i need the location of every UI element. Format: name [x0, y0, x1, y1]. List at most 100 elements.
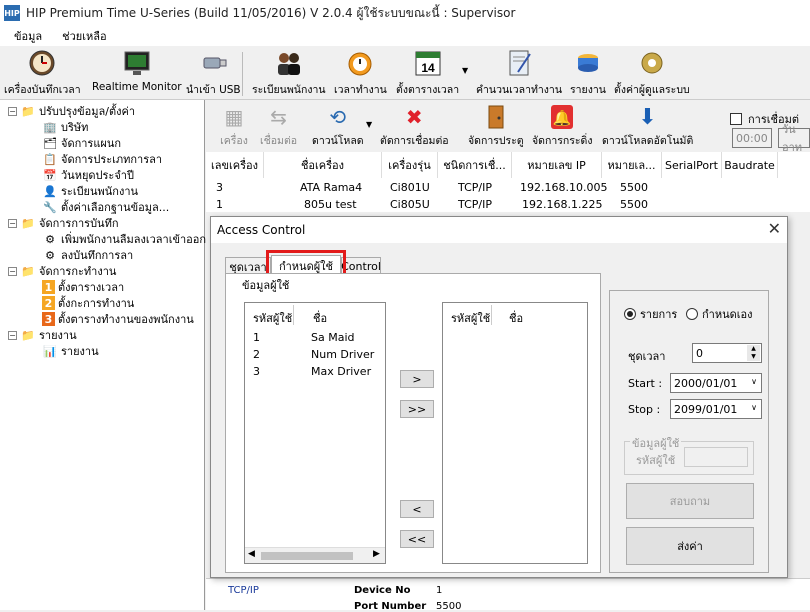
column-header[interactable]: รหัสผู้ใช้	[253, 309, 292, 327]
send-button[interactable]: ส่งค่า	[626, 527, 754, 565]
calculate-icon	[504, 48, 534, 78]
radio-button[interactable]	[624, 308, 636, 320]
tree-item-holidays[interactable]: 📅 วันหยุดประจำปี	[42, 167, 134, 183]
tree-item-add-forgotten-scan[interactable]: ⚙ เพิ่มพนักงานลืมลงเวลาเข้าออก	[42, 231, 206, 247]
scroll-thumb[interactable]	[261, 552, 353, 560]
tab-panel: ข้อมูลผู้ใช้ รหัสผู้ใช้ ชื่อ 1 Sa Maid 2…	[225, 273, 601, 573]
radio-list[interactable]: รายการ	[624, 305, 677, 323]
scroll-right-icon[interactable]: ▶	[373, 549, 380, 559]
column-header[interactable]: เลขเครื่อง	[206, 152, 264, 178]
remove-user-button[interactable]: <	[400, 500, 434, 518]
tree-item-set-shifts[interactable]: 2 ตั้งกะการทำงาน	[42, 295, 134, 311]
tree-item-departments[interactable]: 🗂 จัดการแผนก	[42, 135, 121, 151]
device-disconnect-button[interactable]: ✖ ตัดการเชื่อมต่อ	[380, 104, 449, 149]
stop-date-picker[interactable]: 2099/01/01 ∨	[670, 399, 762, 419]
collapse-icon[interactable]: −	[8, 330, 17, 340]
dropdown-arrow-icon[interactable]: ▼	[366, 120, 372, 129]
users-icon	[274, 48, 304, 78]
column-header[interactable]: เครื่องรุ่น	[382, 152, 438, 178]
door-control-button[interactable]: จัดการประตู	[468, 104, 524, 149]
column-header[interactable]: หมายเลข IP	[512, 152, 602, 178]
folder-icon: 📁	[21, 328, 35, 342]
toolbar-admin-settings[interactable]: ตั้งค่าผู้ดูแลระบบ	[614, 48, 690, 98]
bell-control-button[interactable]: 🔔 จัดการกระดิ่ง	[532, 104, 592, 149]
column-header[interactable]: ชนิดการเชื่...	[438, 152, 512, 178]
options-panel: รายการ กำหนดเอง ชุดเวลา 0 ▲ ▼ Start : 20…	[609, 290, 769, 573]
tree-item-employee-records[interactable]: 👤 ระเบียนพนักงาน	[42, 183, 138, 199]
toolbar-set-schedule[interactable]: 14 ตั้งตารางเวลา	[396, 48, 459, 98]
auto-download-button[interactable]: ⬇ ดาวน์โหลดอัตโนมัติ	[602, 104, 693, 149]
toolbar-import-usb[interactable]: นำเข้า USB	[186, 48, 241, 98]
column-header[interactable]: ชื่อเครื่อง	[264, 152, 382, 178]
step-3-icon: 3	[42, 312, 55, 326]
menu-data[interactable]: ข้อมูล	[14, 27, 42, 45]
radio-custom[interactable]: กำหนดเอง	[686, 305, 753, 323]
horizontal-scrollbar[interactable]: ◀ ▶	[245, 547, 385, 563]
close-icon[interactable]: ✕	[768, 219, 781, 238]
tree-group-shifts[interactable]: − 📁 จัดการกะทำงาน	[8, 263, 116, 279]
collapse-icon[interactable]: −	[8, 218, 17, 228]
tree-item-company[interactable]: 🏢 บริษัท	[42, 119, 88, 135]
report-icon	[573, 48, 603, 78]
tree-item-leave-types[interactable]: 📋 จัดการประเภทการลา	[42, 151, 162, 167]
column-header[interactable]: Baudrate	[722, 152, 778, 178]
stop-label: Stop :	[628, 403, 661, 416]
door-icon	[482, 104, 510, 130]
auto-connect-time[interactable]: 00:00	[732, 128, 772, 148]
selected-users-list[interactable]: รหัสผู้ใช้ ชื่อ	[442, 302, 588, 564]
toolbar-time-recorder[interactable]: เครื่องบันทึกเวลา	[4, 48, 81, 98]
query-button[interactable]: สอบถาม	[626, 483, 754, 519]
collapse-icon[interactable]: −	[8, 106, 17, 116]
monitor-icon	[122, 48, 152, 78]
collapse-icon[interactable]: −	[8, 266, 17, 276]
company-icon: 🏢	[43, 120, 57, 134]
tree-group-reports[interactable]: − 📁 รายงาน	[8, 327, 77, 343]
chevron-down-icon[interactable]: ∨	[751, 403, 757, 412]
menu-help[interactable]: ช่วยเหลือ	[62, 27, 106, 45]
employee-icon: 👤	[43, 184, 57, 198]
checkbox[interactable]	[730, 113, 742, 125]
stepper-down-icon[interactable]: ▼	[747, 353, 760, 361]
add-user-button[interactable]: >	[400, 370, 434, 388]
radio-button[interactable]	[686, 308, 698, 320]
dialog-title-bar: Access Control	[211, 217, 787, 243]
device-detail-panel: TCP/IP Device No 1 Port Number 5500	[206, 578, 810, 612]
remove-all-users-button[interactable]: <<	[400, 530, 434, 548]
tree-item-database-settings[interactable]: 🔧 ตั้งค่าเลือกฐานข้อมูล...	[42, 199, 169, 215]
step-2-icon: 2	[42, 296, 55, 310]
connect-icon: ⇆	[270, 105, 287, 129]
chevron-down-icon[interactable]: ∨	[751, 377, 757, 386]
column-header[interactable]: ชื่อ	[509, 309, 523, 327]
available-users-list[interactable]: รหัสผู้ใช้ ชื่อ 1 Sa Maid 2 Num Driver 3…	[244, 302, 386, 564]
user-id-field	[684, 447, 748, 467]
add-all-users-button[interactable]: >>	[400, 400, 434, 418]
column-header[interactable]: SerialPort	[662, 152, 722, 178]
window-title: HIP Premium Time U-Series (Build 11/05/2…	[26, 5, 516, 20]
column-header[interactable]: รหัสผู้ใช้	[451, 309, 490, 327]
tree-item-set-timetable[interactable]: 1 ตั้งตารางเวลา	[42, 279, 124, 295]
timeset-stepper[interactable]: 0 ▲ ▼	[692, 343, 762, 363]
auto-connect-day[interactable]: วันอาท	[778, 123, 810, 154]
column-divider	[293, 305, 294, 325]
stepper-up-icon[interactable]: ▲	[747, 345, 760, 353]
dropdown-arrow-icon[interactable]: ▼	[462, 66, 468, 75]
device-add-button[interactable]: ▦ เครื่อง	[220, 104, 248, 149]
toolbar-work-time[interactable]: เวลาทำงาน	[334, 48, 387, 98]
toolbar-realtime-monitor[interactable]: Realtime Monitor	[92, 48, 182, 98]
tree-group-records[interactable]: − 📁 จัดการการบันทึก	[8, 215, 119, 231]
tree-item-record-leave[interactable]: ⚙ ลงบันทึกการลา	[42, 247, 133, 263]
scroll-left-icon[interactable]: ◀	[248, 549, 255, 559]
tree-group-settings[interactable]: − 📁 ปรับปรุงข้อมูล/ตั้งค่า	[8, 103, 135, 119]
alarm-icon	[345, 48, 375, 78]
toolbar-employee-records[interactable]: ระเบียนพนักงาน	[252, 48, 326, 98]
toolbar-report[interactable]: รายงาน	[570, 48, 606, 98]
tree-item-employee-schedule[interactable]: 3 ตั้งตารางทำงานของพนักงาน	[42, 311, 194, 327]
toolbar-calculate-work-time[interactable]: คำนวนเวลาทำงาน	[476, 48, 562, 98]
column-header[interactable]: ชื่อ	[313, 309, 327, 327]
start-date-picker[interactable]: 2000/01/01 ∨	[670, 373, 762, 393]
device-connect-button[interactable]: ⇆ เชื่อมต่อ	[260, 104, 297, 149]
database-icon: 🔧	[43, 200, 57, 214]
tree-item-reports[interactable]: 📊 รายงาน	[42, 343, 98, 359]
device-download-button[interactable]: ⟲ ดาวน์โหลด	[312, 104, 364, 149]
column-header[interactable]: หมายเล...	[602, 152, 662, 178]
